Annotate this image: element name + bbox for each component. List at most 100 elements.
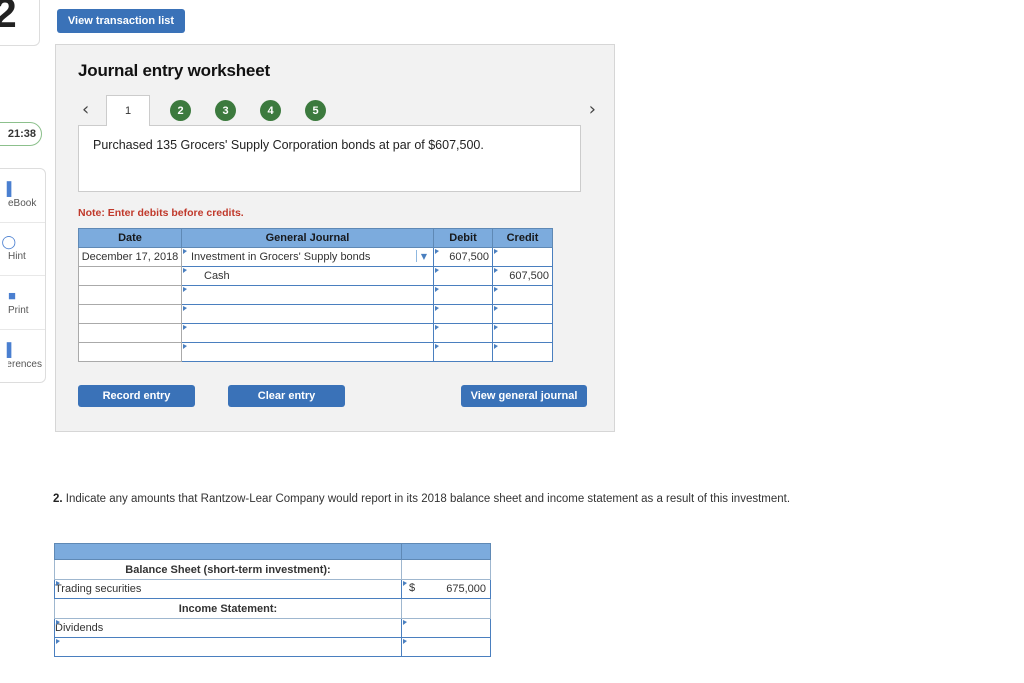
sidebar-item-label: References [8,358,42,370]
debit-value: 607,500 [449,251,489,263]
question-2-number: 2. [53,493,63,505]
sidebar-item-hint[interactable]: ◯ Hint [0,223,45,276]
timer-value: 21:38 [7,128,36,140]
date-cell[interactable]: December 17, 2018 [78,247,182,267]
account-cell[interactable]: Cash [181,266,434,286]
entry-label-trading-securities[interactable]: Trading securities [54,579,402,599]
account-cell[interactable] [181,285,434,305]
ebook-icon: ▌ [6,180,16,196]
cell-marker-icon [494,325,498,330]
section-value-cell [401,559,491,580]
cell-marker-icon [494,268,498,273]
cell-marker-icon [183,268,187,273]
section-value-cell [401,598,491,619]
table-row [54,637,491,657]
cell-marker-icon [56,620,60,625]
print-icon: ■ [8,287,16,303]
table-row: Cash 607,500 [78,266,553,286]
entry-label-text: Dividends [55,622,104,634]
cell-marker-icon [183,249,187,254]
entry-value-dividends[interactable] [401,618,491,638]
cell-marker-icon [435,306,439,311]
credit-cell[interactable] [492,323,553,343]
record-entry-button[interactable]: Record entry [78,385,195,407]
table-row [78,285,553,305]
credit-cell[interactable] [492,247,553,267]
view-general-journal-button[interactable]: View general journal [461,385,587,407]
debit-cell[interactable] [433,304,493,324]
table-row [78,342,553,362]
table-row: Income Statement: [54,598,491,619]
cell-marker-icon [403,639,407,644]
entry-value-blank[interactable] [401,637,491,657]
credit-cell[interactable]: 607,500 [492,266,553,286]
cell-marker-icon [403,620,407,625]
question-2-text: Indicate any amounts that Rantzow-Lear C… [65,493,791,505]
account-cell[interactable]: Investment in Grocers' Supply bonds ▼ [181,247,434,267]
debit-cell[interactable] [433,285,493,305]
timer-badge: 21:38 [0,122,42,146]
left-sidebar-rail: 2 21:38 ▌ eBook ◯ Hint ■ Print ▌ Referen… [0,0,46,683]
debit-cell[interactable] [433,266,493,286]
date-cell[interactable] [78,304,182,324]
tab-label: 3 [222,104,229,117]
section-label-income-statement: Income Statement: [54,598,402,619]
account-cell[interactable] [181,304,434,324]
sidebar-item-references[interactable]: ▌ References [0,330,45,384]
credit-value: 607,500 [509,270,549,282]
column-header-general-journal: General Journal [181,228,434,248]
cell-marker-icon [56,581,60,586]
date-cell[interactable] [78,323,182,343]
entry-value-trading-securities[interactable]: $ 675,000 [401,579,491,599]
question-number-card: 2 [0,0,40,46]
account-cell[interactable] [181,323,434,343]
clear-entry-button[interactable]: Clear entry [228,385,345,407]
sidebar-item-print[interactable]: ■ Print [0,276,45,330]
date-cell[interactable] [78,285,182,305]
balance-sheet-income-statement-table: Balance Sheet (short-term investment): T… [54,543,491,657]
cell-marker-icon [494,249,498,254]
cell-marker-icon [435,344,439,349]
debit-cell[interactable] [433,323,493,343]
question-2-prompt: 2. Indicate any amounts that Rantzow-Lea… [53,492,843,507]
credit-cell[interactable] [492,342,553,362]
entry-label-blank[interactable] [54,637,402,657]
cell-marker-icon [435,249,439,254]
date-cell[interactable] [78,342,182,362]
chevron-down-icon[interactable]: ▼ [416,250,431,262]
credit-cell[interactable] [492,285,553,305]
entry-label-text: Trading securities [55,583,142,595]
tab-4[interactable]: 4 [260,100,281,121]
account-cell[interactable] [181,342,434,362]
view-transaction-list-button[interactable]: View transaction list [57,9,185,33]
header-cell-right [401,543,491,560]
cell-marker-icon [435,268,439,273]
entry-label-dividends[interactable]: Dividends [54,618,402,638]
currency-symbol: $ [409,582,416,594]
chevron-left-icon[interactable]: ‹ [82,99,89,121]
header-cell-left [54,543,402,560]
tab-label: 5 [312,104,319,117]
transaction-description-text: Purchased 135 Grocers' Supply Corporatio… [93,138,484,152]
sidebar-item-label: Print [8,304,29,316]
debit-cell[interactable]: 607,500 [433,247,493,267]
date-cell[interactable] [78,266,182,286]
tab-3[interactable]: 3 [215,100,236,121]
tab-1[interactable]: 1 [106,95,150,126]
column-header-credit: Credit [492,228,553,248]
credit-cell[interactable] [492,304,553,324]
table-row: Balance Sheet (short-term investment): [54,559,491,580]
table-row [78,323,553,343]
tab-2[interactable]: 2 [170,100,191,121]
tab-label: 1 [124,105,132,117]
account-text: Cash [204,270,230,282]
worksheet-tab-strip: ‹ 1 2 3 4 5 › [78,95,596,126]
cell-marker-icon [435,287,439,292]
sidebar-item-ebook[interactable]: ▌ eBook [0,169,45,223]
tab-label: 4 [267,104,274,117]
account-text: Investment in Grocers' Supply bonds [191,251,371,263]
debit-cell[interactable] [433,342,493,362]
chevron-right-icon[interactable]: › [589,99,596,121]
tab-5[interactable]: 5 [305,100,326,121]
table-header-row: Date General Journal Debit Credit [78,228,553,248]
